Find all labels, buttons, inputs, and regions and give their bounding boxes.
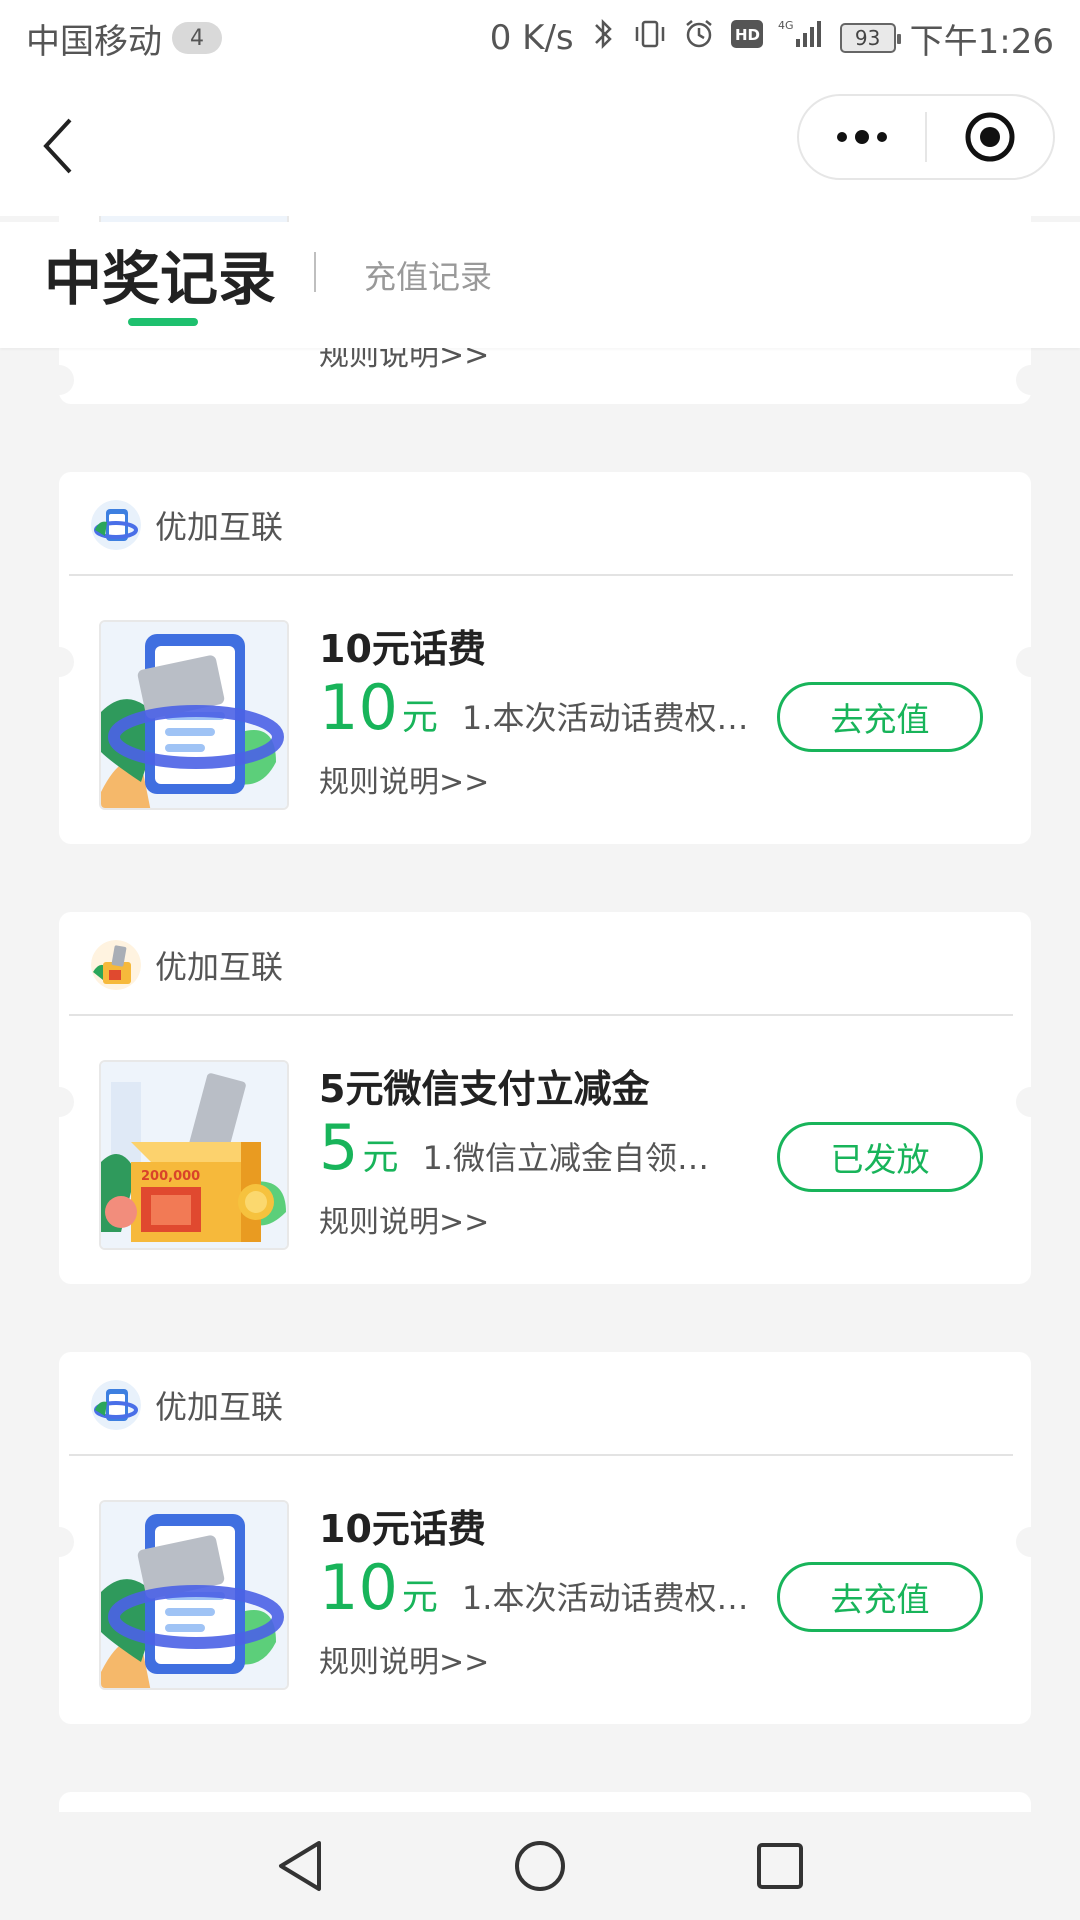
prize-card[interactable]: 优加互联 10元话费 10 元 1.本次活动话费权… 规则说明>> 去充值 — [44, 472, 1046, 844]
clock: 下午1:26 — [909, 21, 1054, 62]
target-icon — [965, 112, 1015, 162]
bluetooth-icon — [588, 17, 618, 60]
recharge-button[interactable]: 去充值 — [777, 682, 983, 752]
carrier-name: 中国移动 — [26, 21, 162, 62]
circle-home-icon — [515, 1841, 565, 1891]
prize-description: 1.微信立减金自领… — [422, 1139, 710, 1177]
divider — [69, 574, 1013, 576]
amount-unit: 元 — [362, 1137, 399, 1178]
prize-card[interactable]: 优加互联 10元话费 10 元 1.本次活动话费权… 规则说明>> 去充值 — [44, 1352, 1046, 1724]
card-header: 优加互联 — [91, 492, 283, 558]
close-program-button[interactable] — [927, 96, 1053, 178]
svg-text:HD: HD — [735, 26, 760, 44]
prize-title: 10元话费 — [319, 1507, 486, 1551]
record-tabs: 中奖记录 充值记录 — [0, 222, 1080, 348]
sim-badge: 4 — [172, 22, 222, 54]
tab-separator — [314, 252, 316, 292]
back-button[interactable] — [30, 106, 110, 186]
rules-link[interactable]: 规则说明>> — [319, 1197, 489, 1241]
amount-line: 5 元 1.微信立减金自领… — [319, 1117, 709, 1180]
rules-link[interactable]: 规则说明>> — [319, 757, 489, 801]
brand-name: 优加互联 — [155, 508, 284, 546]
card-header: 优加互联 — [91, 932, 283, 998]
rules-link[interactable]: 规则说明>> — [319, 1637, 489, 1681]
amount-unit: 元 — [401, 1577, 438, 1618]
system-nav-bar — [0, 1812, 1080, 1920]
tab-prize-records[interactable]: 中奖记录 — [44, 232, 276, 316]
tab-recharge-records[interactable]: 充值记录 — [364, 252, 492, 298]
alarm-icon — [682, 17, 716, 60]
divider — [69, 1014, 1013, 1016]
chevron-left-icon — [43, 118, 72, 174]
amount-value: 10 — [319, 671, 398, 744]
prize-image — [99, 1500, 289, 1690]
network-speed: 0 K/s — [489, 18, 574, 58]
vibrate-icon — [632, 17, 668, 60]
nav-recents-button[interactable] — [720, 1812, 840, 1920]
issued-button[interactable]: 已发放 — [777, 1122, 983, 1192]
prize-image — [99, 620, 289, 810]
amount-unit: 元 — [401, 697, 438, 738]
svg-text:200,000: 200,000 — [141, 1169, 200, 1184]
nav-bar — [0, 76, 1080, 216]
nav-home-button[interactable] — [480, 1812, 600, 1920]
amount-value: 10 — [319, 1551, 398, 1624]
square-recents-icon — [757, 1843, 803, 1889]
active-tab-indicator — [128, 318, 198, 326]
brand-name: 优加互联 — [155, 1388, 284, 1426]
brand-name: 优加互联 — [155, 948, 284, 986]
amount-line: 10 元 1.本次活动话费权… — [319, 677, 748, 740]
prize-title: 10元话费 — [319, 627, 486, 671]
prize-title: 5元微信支付立减金 — [319, 1067, 650, 1111]
more-button[interactable] — [799, 96, 925, 178]
signal-icon: 4G — [778, 17, 826, 60]
nav-back-button[interactable] — [240, 1812, 360, 1920]
battery-indicator: 93 — [839, 23, 901, 53]
svg-text:4G: 4G — [778, 19, 794, 32]
prize-description: 1.本次活动话费权… — [461, 1579, 749, 1617]
prize-description: 1.本次活动话费权… — [461, 699, 749, 737]
hd-icon: HD — [730, 18, 764, 58]
brand-logo-icon — [91, 1380, 141, 1430]
amount-line: 10 元 1.本次活动话费权… — [319, 1557, 748, 1620]
screen: 规则说明>> 优加互联 10元话费 10 元 1.本次活动话费权… 规则说明>>… — [0, 0, 1080, 1920]
brand-logo-icon — [91, 500, 141, 550]
recharge-button[interactable]: 去充值 — [777, 1562, 983, 1632]
card-header: 优加互联 — [91, 1372, 283, 1438]
prize-card[interactable]: 优加互联 200,000 5元微信支付立减金 5 元 1.微信立减金自领… 规则… — [44, 912, 1046, 1284]
mini-program-capsule — [797, 94, 1055, 180]
divider — [69, 1454, 1013, 1456]
more-dots-icon — [837, 130, 887, 144]
status-bar: 中国移动 4 0 K/s HD 4G 93 下午1:26 — [0, 0, 1080, 76]
amount-value: 5 — [319, 1111, 359, 1184]
triangle-back-icon — [279, 1841, 321, 1891]
prize-image: 200,000 — [99, 1060, 289, 1250]
brand-logo-icon — [91, 940, 141, 990]
